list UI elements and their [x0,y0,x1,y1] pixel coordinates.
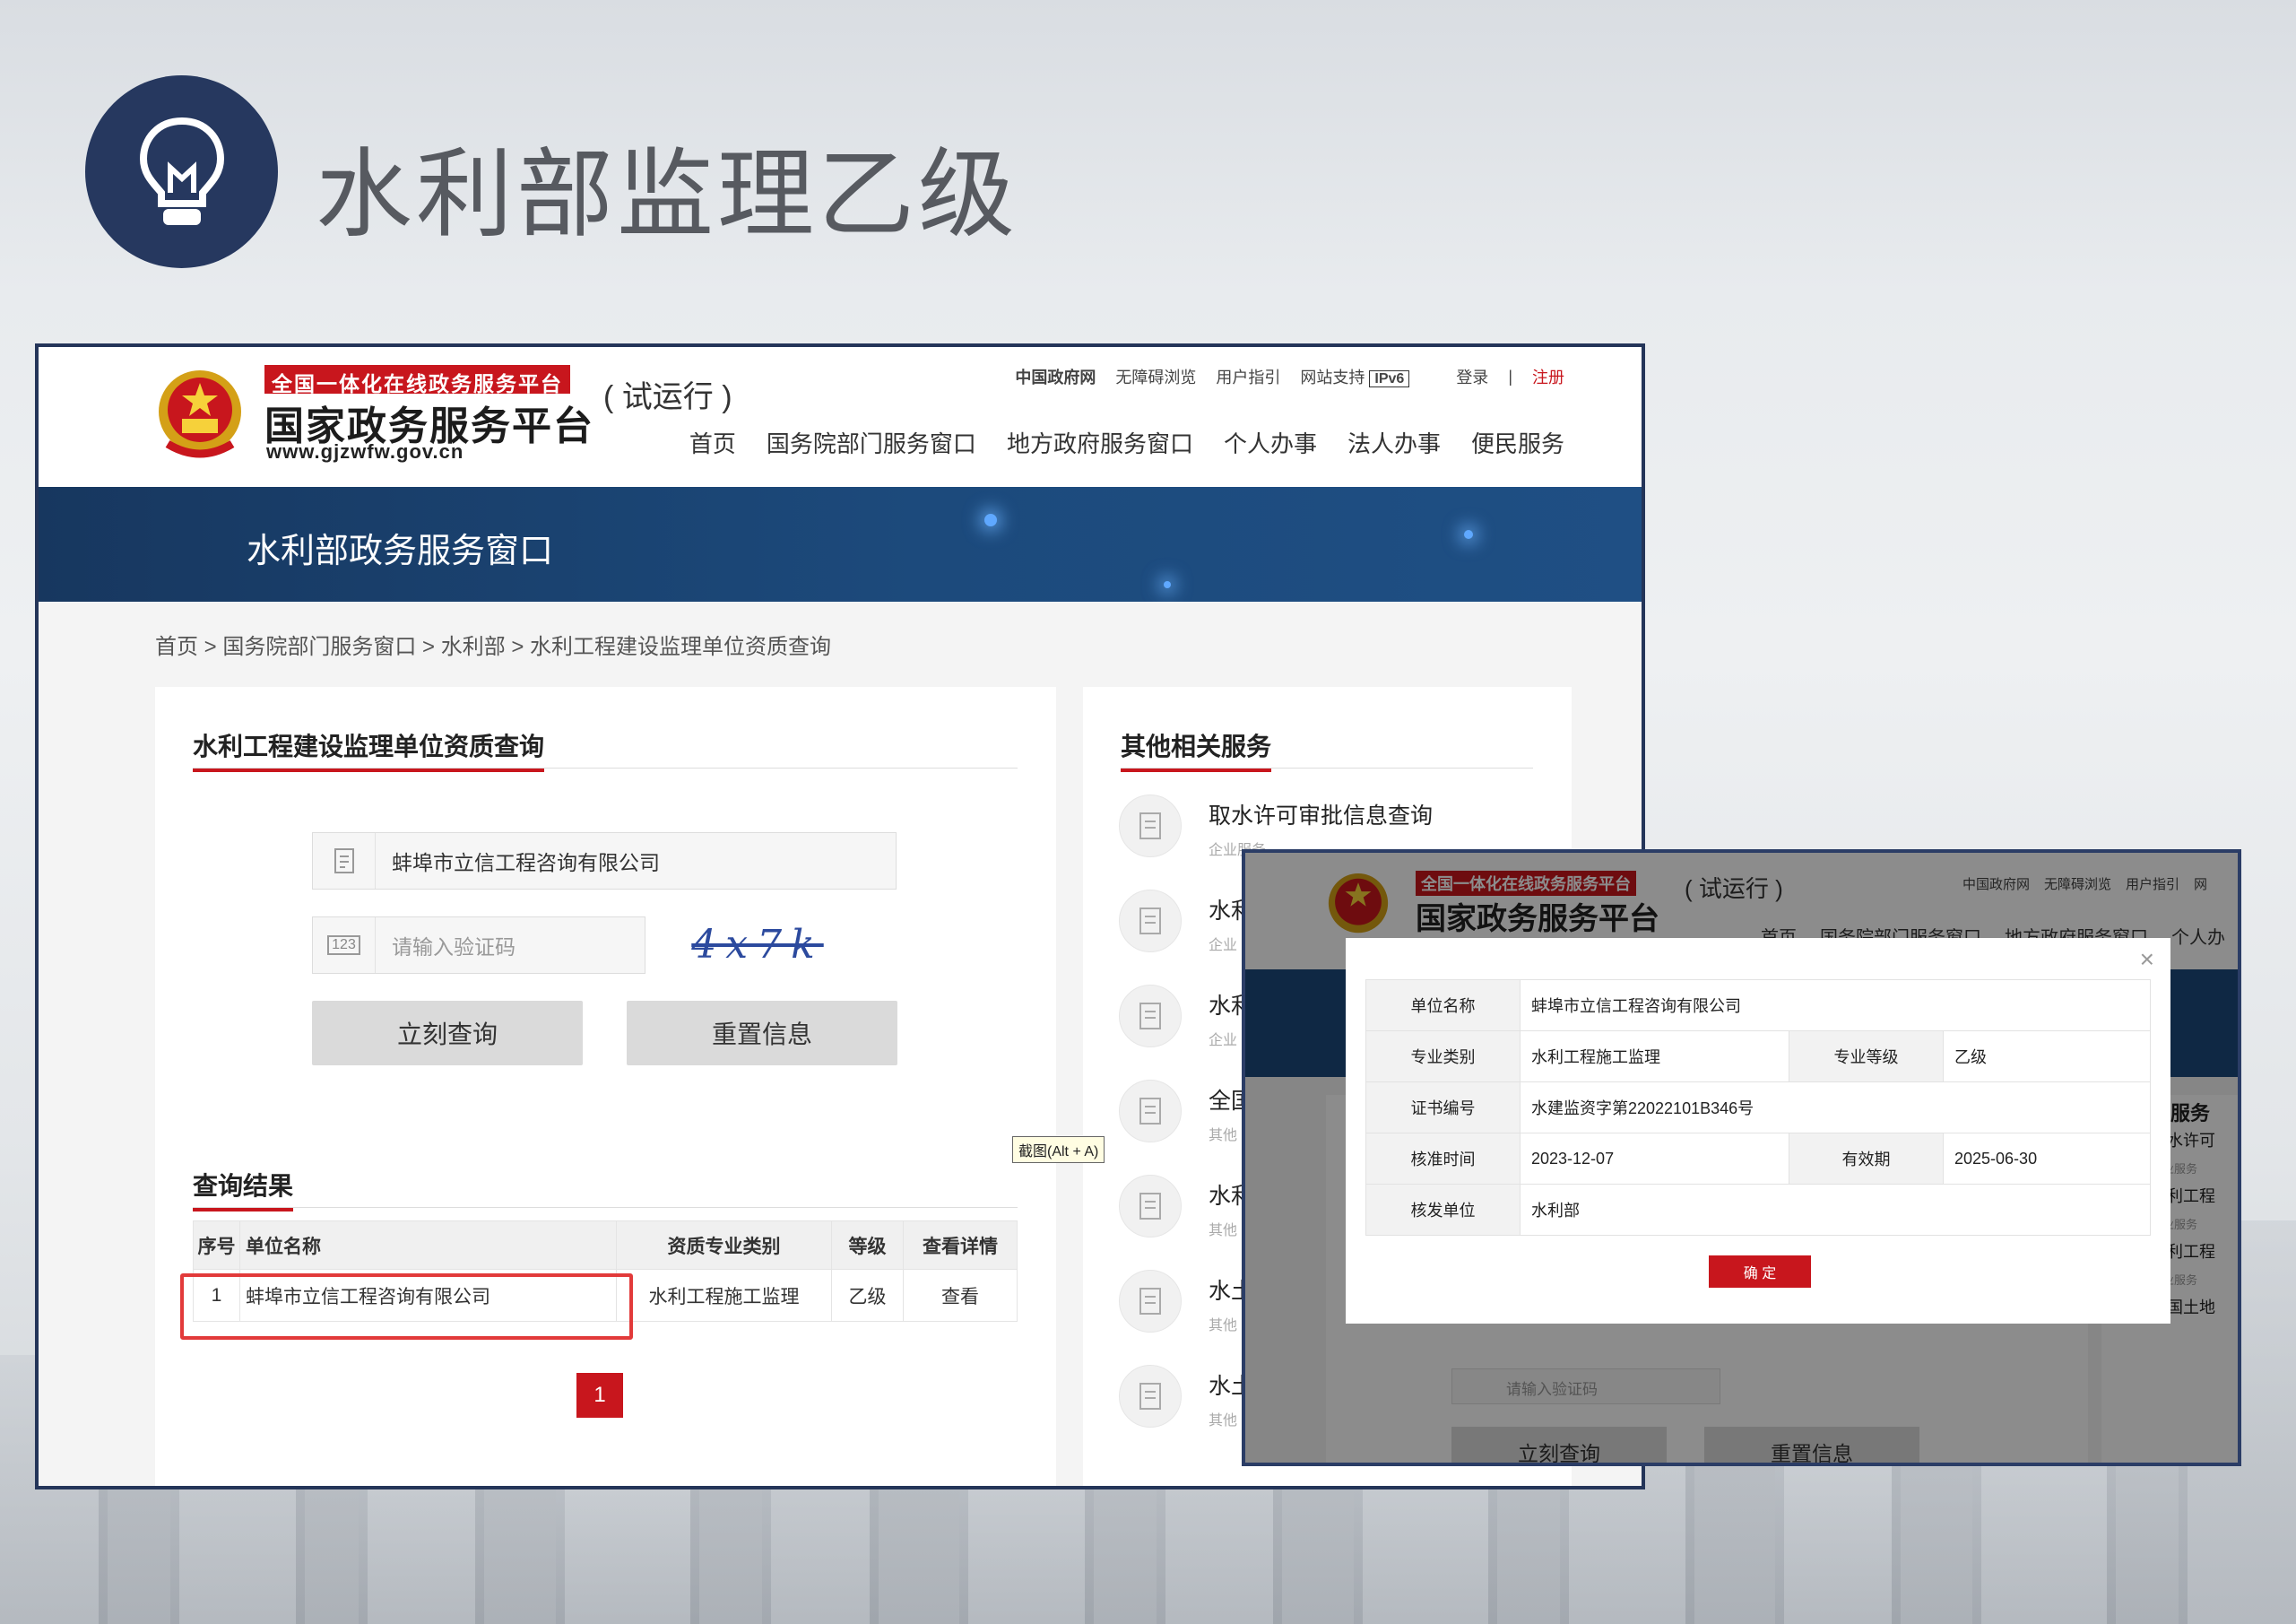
company-input[interactable]: 蚌埠市立信工程咨询有限公司 [312,832,897,890]
label-unit: 单位名称 [1365,979,1521,1031]
results-title: 查询结果 [193,1167,294,1211]
register-link[interactable]: 注册 [1532,365,1564,388]
nav-home[interactable]: 首页 [689,426,736,459]
col-index: 序号 [193,1220,240,1270]
query-panel: 水利工程建设监理单位资质查询 蚌埠市立信工程咨询有限公司 123 请输入验证码 … [155,687,1056,1486]
service-item[interactable]: 水利 企业 [1119,890,1253,954]
detail-screenshot: 全国一体化在线政务服务平台 国家政务服务平台 ( 试运行 ) 中国政府网 无障碍浏… [1242,849,2241,1466]
label-issuer: 核发单位 [1365,1184,1521,1236]
detail-table: 单位名称 蚌埠市立信工程咨询有限公司 专业类别 水利工程施工监理 专业等级 乙级… [1365,979,2151,1236]
divider [193,768,1018,769]
nav-departments[interactable]: 国务院部门服务窗口 [767,426,976,459]
link-support: 网站支持 IPv6 [1300,365,1410,388]
value-major: 水利工程施工监理 [1520,1030,1789,1082]
nav-convenience[interactable]: 便民服务 [1471,426,1564,459]
view-link[interactable]: 查看 [903,1269,1018,1322]
captcha-image[interactable]: 4x7k [668,916,847,973]
service-item[interactable]: 水土 其他 [1119,1270,1253,1334]
banner-glow [1164,581,1171,588]
service-item[interactable]: 水土 其他 [1119,1365,1253,1429]
trial-label: ( 试运行 ) [603,380,732,414]
value-grade: 乙级 [1943,1030,2151,1082]
service-document-icon [1119,890,1182,952]
divider [193,1207,1018,1208]
col-detail: 查看详情 [903,1220,1018,1270]
label-cert: 证书编号 [1365,1081,1521,1133]
query-title: 水利工程建设监理单位资质查询 [193,727,545,772]
nav-local[interactable]: 地方政府服务窗口 [1007,426,1193,459]
detail-row: 证书编号 水建监资字第22022101B346号 [1365,1081,2151,1133]
value-issuer: 水利部 [1520,1184,2151,1236]
table-header-row: 序号 单位名称 资质专业类别 等级 查看详情 [193,1220,1018,1270]
logo-subtitle: 全国一体化在线政务服务平台 [264,365,570,395]
divider [1121,768,1533,769]
lightbulb-icon-badge [85,75,278,268]
captcha-placeholder: 请输入验证码 [392,935,516,959]
ipv6-badge: IPv6 [1369,370,1410,387]
value-valid: 2025-06-30 [1943,1133,2151,1185]
link-guide[interactable]: 用户指引 [1216,365,1280,388]
link-divider: | [1508,367,1512,386]
login-link[interactable]: 登录 [1456,365,1488,388]
label-grade: 专业等级 [1789,1030,1944,1082]
banner-glow [1464,530,1473,539]
detail-row: 核准时间 2023-12-07 有效期 2025-06-30 [1365,1133,2151,1185]
top-links: 中国政府网 无障碍浏览 用户指引 网站支持 IPv6 登录 | 注册 [1015,365,1564,388]
breadcrumb[interactable]: 首页 > 国务院部门服务窗口 > 水利部 > 水利工程建设监理单位资质查询 [155,629,831,660]
captcha-input[interactable]: 123 请输入验证码 [312,916,645,974]
banner-title: 水利部政务服务窗口 [247,533,554,570]
query-button[interactable]: 立刻查询 [312,1001,583,1065]
close-icon[interactable]: × [2140,945,2154,974]
other-services-title: 其他相关服务 [1121,727,1272,772]
cell-major: 水利工程施工监理 [616,1269,832,1322]
detail-row: 专业类别 水利工程施工监理 专业等级 乙级 [1365,1030,2151,1082]
reset-button[interactable]: 重置信息 [627,1001,897,1065]
service-document-icon [1119,1175,1182,1238]
service-document-icon [1119,795,1182,857]
service-name: 取水许可审批信息查询 [1209,803,1434,829]
company-input-value: 蚌埠市立信工程咨询有限公司 [392,851,660,874]
banner: 水利部政务服务窗口 [39,487,1642,602]
service-item[interactable]: 水利 其他 [1119,1175,1253,1239]
service-document-icon [1119,1365,1182,1428]
col-grade: 等级 [831,1220,904,1270]
nav-personal[interactable]: 个人办事 [1224,426,1317,459]
link-accessibility[interactable]: 无障碍浏览 [1115,365,1196,388]
emblem-icon [159,370,241,458]
cell-grade: 乙级 [831,1269,904,1322]
highlight-box [180,1273,633,1340]
detail-row: 核发单位 水利部 [1365,1184,2151,1236]
service-document-icon [1119,1080,1182,1142]
lightbulb-icon [139,117,224,225]
detail-row: 单位名称 蚌埠市立信工程咨询有限公司 [1365,979,2151,1031]
col-major: 资质专业类别 [616,1220,832,1270]
page-button-1[interactable]: 1 [576,1373,623,1418]
link-gov[interactable]: 中国政府网 [1015,365,1096,388]
col-company: 单位名称 [239,1220,617,1270]
label-major: 专业类别 [1365,1030,1521,1082]
detail-modal: × 单位名称 蚌埠市立信工程咨询有限公司 专业类别 水利工程施工监理 专业等级 … [1346,938,2170,1324]
label-approve: 核准时间 [1365,1133,1521,1185]
slide-title: 水利部监理乙级 [316,139,1019,251]
value-cert: 水建监资字第22022101B346号 [1520,1081,2151,1133]
service-item[interactable]: 水利 企业 [1119,985,1253,1049]
service-item[interactable]: 全国 其他 [1119,1080,1253,1144]
value-approve: 2023-12-07 [1520,1133,1789,1185]
screenshot-tooltip: 截图(Alt + A) [1012,1136,1105,1163]
captcha-icon: 123 [313,917,376,973]
banner-glow [984,514,997,526]
main-nav: 首页 国务院部门服务窗口 地方政府服务窗口 个人办事 法人办事 便民服务 [689,426,1564,459]
value-unit: 蚌埠市立信工程咨询有限公司 [1520,979,2151,1031]
nav-corporate[interactable]: 法人办事 [1347,426,1441,459]
label-valid: 有效期 [1789,1133,1944,1185]
logo-url: www.gjzwfw.gov.cn [266,440,464,463]
service-document-icon [1119,1270,1182,1333]
document-icon [313,833,376,889]
service-document-icon [1119,985,1182,1047]
site-header: 全国一体化在线政务服务平台 国家政务服务平台 www.gjzwfw.gov.cn… [39,347,1642,487]
confirm-button[interactable]: 确 定 [1709,1255,1811,1288]
